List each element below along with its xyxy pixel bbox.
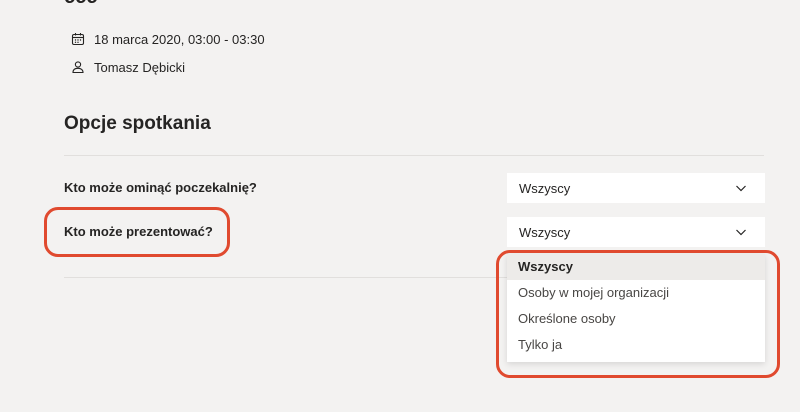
meeting-date: 18 marca 2020, 03:00 - 03:30 <box>94 31 265 47</box>
who-can-present-label: Kto może prezentować? <box>64 224 213 239</box>
who-can-present-dropdown[interactable]: Wszyscy <box>507 217 765 247</box>
calendar-icon <box>70 31 86 47</box>
chevron-down-icon <box>736 185 746 192</box>
meeting-organizer: Tomasz Dębicki <box>94 59 186 75</box>
meeting-title: ccc <box>64 0 97 9</box>
menu-item-my-organization[interactable]: Osoby w mojej organizacji <box>507 280 765 306</box>
menu-item-everyone[interactable]: Wszyscy <box>507 254 765 280</box>
lobby-bypass-value: Wszyscy <box>519 180 571 196</box>
divider <box>64 155 764 156</box>
meeting-organizer-row: Tomasz Dębicki <box>70 59 185 75</box>
menu-item-specific-people[interactable]: Określone osoby <box>507 306 765 332</box>
who-can-present-menu: Wszyscy Osoby w mojej organizacji Określ… <box>507 254 765 362</box>
menu-item-only-me[interactable]: Tylko ja <box>507 332 765 358</box>
lobby-bypass-label: Kto może ominąć poczekalnię? <box>64 180 257 195</box>
meeting-date-row: 18 marca 2020, 03:00 - 03:30 <box>70 31 265 47</box>
section-title: Opcje spotkania <box>64 113 211 134</box>
lobby-bypass-dropdown[interactable]: Wszyscy <box>507 173 765 203</box>
person-icon <box>70 59 86 75</box>
chevron-down-icon <box>736 229 746 236</box>
who-can-present-value: Wszyscy <box>519 224 571 240</box>
